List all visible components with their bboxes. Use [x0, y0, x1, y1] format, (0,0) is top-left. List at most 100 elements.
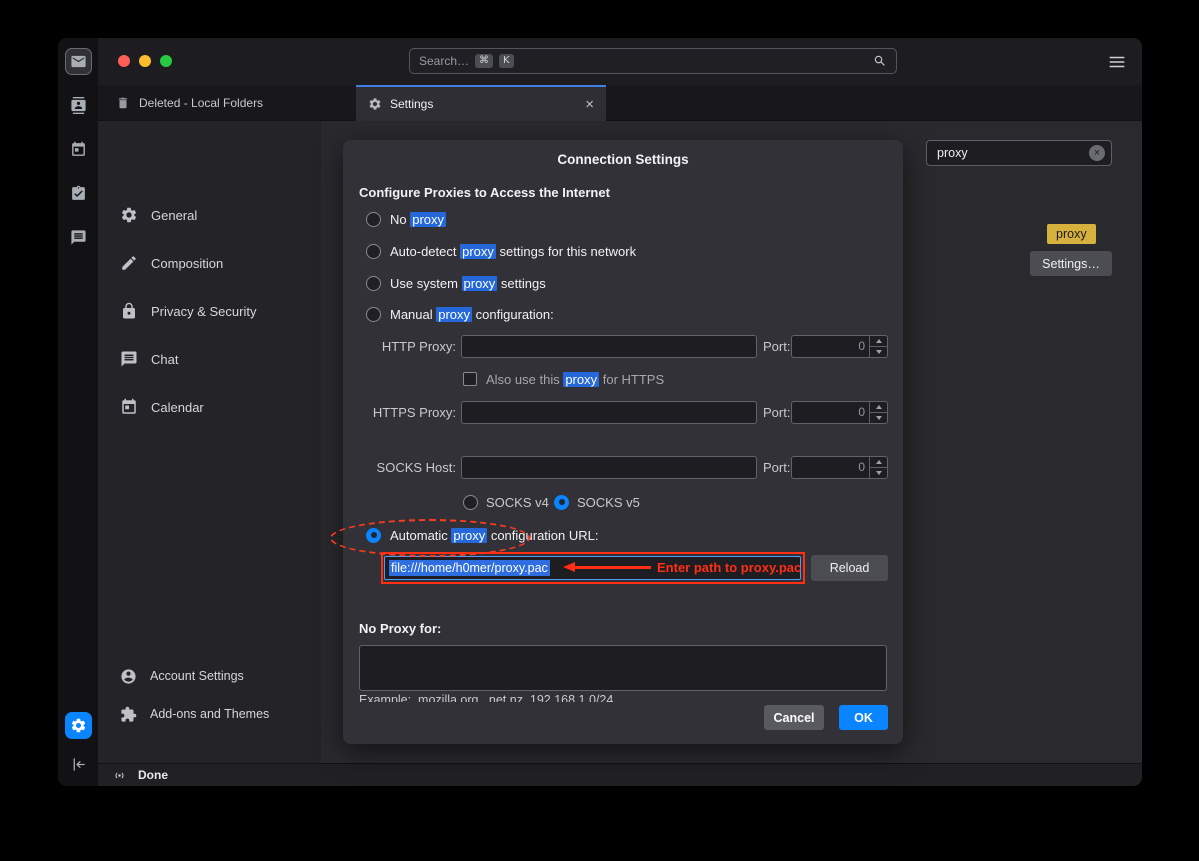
gear-icon	[70, 717, 87, 734]
tasks-icon	[70, 185, 87, 202]
space-tasks-button[interactable]	[65, 180, 92, 207]
sidebar-item-addons-themes[interactable]: Add-ons and Themes	[98, 695, 321, 733]
port-value: 0	[792, 336, 869, 357]
https-proxy-input[interactable]	[461, 401, 757, 424]
status-bar: Done	[98, 763, 1142, 786]
http-proxy-row: HTTP Proxy: Port: 0	[343, 335, 903, 358]
clear-search-button[interactable]: ×	[1089, 145, 1105, 161]
close-window-button[interactable]	[118, 55, 130, 67]
zoom-window-button[interactable]	[160, 55, 172, 67]
no-proxy-for-textarea[interactable]	[359, 645, 887, 691]
sidebar-item-label: General	[151, 208, 197, 223]
label-highlight: proxy	[460, 244, 496, 259]
app-menu-button[interactable]	[1108, 53, 1126, 71]
label-part: Auto-detect	[390, 244, 460, 259]
radio-automatic-proxy-url[interactable]: Automatic proxy configuration URL:	[366, 527, 599, 543]
radio-button[interactable]	[366, 276, 381, 291]
label-part: configuration URL:	[487, 528, 598, 543]
port-value: 0	[792, 457, 869, 478]
ok-button[interactable]: OK	[839, 705, 888, 730]
sidebar-item-label: Privacy & Security	[151, 304, 256, 319]
port-spinner[interactable]	[869, 457, 887, 478]
socks-host-input[interactable]	[461, 456, 757, 479]
radio-no-proxy[interactable]: No proxy	[366, 211, 446, 227]
clear-icon: ×	[1094, 148, 1100, 159]
spin-down-icon[interactable]	[870, 412, 887, 423]
label-part: Automatic	[390, 528, 451, 543]
settings-search-input[interactable]: proxy ×	[926, 140, 1112, 166]
sidebar-item-general[interactable]: General	[98, 191, 321, 239]
space-chat-button[interactable]	[65, 224, 92, 251]
sidebar-item-calendar[interactable]: Calendar	[98, 383, 321, 431]
label-highlight: proxy	[436, 307, 472, 322]
http-port-input[interactable]: 0	[791, 335, 888, 358]
radio-autodetect-proxy[interactable]: Auto-detect proxy settings for this netw…	[366, 243, 636, 259]
label-highlight: proxy	[410, 212, 446, 227]
network-settings-button[interactable]: Settings…	[1030, 251, 1112, 276]
use-for-https-checkbox-row[interactable]: Also use this proxy for HTTPS	[463, 371, 664, 387]
tab-settings[interactable]: Settings ×	[356, 85, 606, 121]
collapse-spaces-button[interactable]	[65, 751, 92, 778]
radio-socks-v4[interactable]: SOCKS v4	[463, 494, 549, 510]
spin-up-icon[interactable]	[870, 402, 887, 412]
radio-button[interactable]	[366, 244, 381, 259]
label-part: Manual	[390, 307, 436, 322]
minimize-window-button[interactable]	[139, 55, 151, 67]
https-proxy-label: HTTPS Proxy:	[359, 401, 456, 424]
radio-manual-proxy[interactable]: Manual proxy configuration:	[366, 306, 554, 322]
checkbox[interactable]	[463, 372, 477, 386]
radio-button[interactable]	[366, 528, 381, 543]
tab-deleted-local-folders[interactable]: Deleted - Local Folders	[98, 85, 263, 121]
pencil-icon	[120, 254, 138, 272]
label-part: for HTTPS	[599, 372, 664, 387]
proxy-url-input[interactable]: file:///home/h0mer/proxy.pac	[384, 556, 801, 580]
space-calendar-button[interactable]	[65, 136, 92, 163]
port-spinner[interactable]	[869, 402, 887, 423]
spin-up-icon[interactable]	[870, 336, 887, 346]
sidebar-item-privacy-security[interactable]: Privacy & Security	[98, 287, 321, 335]
proxy-config-heading: Configure Proxies to Access the Internet	[359, 185, 610, 200]
calendar-icon	[70, 141, 87, 158]
port-spinner[interactable]	[869, 336, 887, 357]
kbd-k: K	[499, 54, 514, 68]
label-part: settings for this network	[496, 244, 636, 259]
port-label: Port:	[763, 456, 790, 479]
radio-socks-v5[interactable]: SOCKS v5	[554, 494, 640, 510]
selected-url-text: file:///home/h0mer/proxy.pac	[389, 560, 550, 576]
spin-up-icon[interactable]	[870, 457, 887, 467]
chat-icon	[120, 350, 138, 368]
sidebar-item-composition[interactable]: Composition	[98, 239, 321, 287]
space-settings-button[interactable]	[65, 712, 92, 739]
sidebar-item-label: Calendar	[151, 400, 204, 415]
settings-content: General Composition Privacy & Security C…	[98, 121, 1142, 763]
spaces-toolbar	[58, 38, 98, 786]
dialog-title: Connection Settings	[343, 152, 903, 167]
socks-port-input[interactable]: 0	[791, 456, 888, 479]
sidebar-item-chat[interactable]: Chat	[98, 335, 321, 383]
radio-button[interactable]	[463, 495, 478, 510]
reload-button[interactable]: Reload	[811, 555, 888, 581]
no-proxy-for-label: No Proxy for:	[359, 621, 441, 636]
cancel-button[interactable]: Cancel	[764, 705, 824, 730]
port-label: Port:	[763, 335, 790, 358]
http-proxy-input[interactable]	[461, 335, 757, 358]
label-part: configuration:	[472, 307, 554, 322]
radio-button[interactable]	[554, 495, 569, 510]
spin-down-icon[interactable]	[870, 346, 887, 357]
socks-host-label: SOCKS Host:	[359, 456, 456, 479]
radio-button[interactable]	[366, 212, 381, 227]
http-proxy-label: HTTP Proxy:	[359, 335, 456, 358]
global-search-input[interactable]: Search… ⌘ K	[409, 48, 897, 74]
close-tab-button[interactable]: ×	[585, 97, 594, 112]
space-mail-button[interactable]	[65, 48, 92, 75]
socks-host-row: SOCKS Host: Port: 0	[343, 456, 903, 479]
radio-button[interactable]	[366, 307, 381, 322]
radio-system-proxy[interactable]: Use system proxy settings	[366, 275, 546, 291]
https-port-input[interactable]: 0	[791, 401, 888, 424]
label-part: Also use this	[486, 372, 563, 387]
settings-sidebar: General Composition Privacy & Security C…	[98, 121, 321, 763]
spin-down-icon[interactable]	[870, 467, 887, 478]
space-addressbook-button[interactable]	[65, 92, 92, 119]
sidebar-item-account-settings[interactable]: Account Settings	[98, 657, 321, 695]
sidebar-item-label: Chat	[151, 352, 178, 367]
